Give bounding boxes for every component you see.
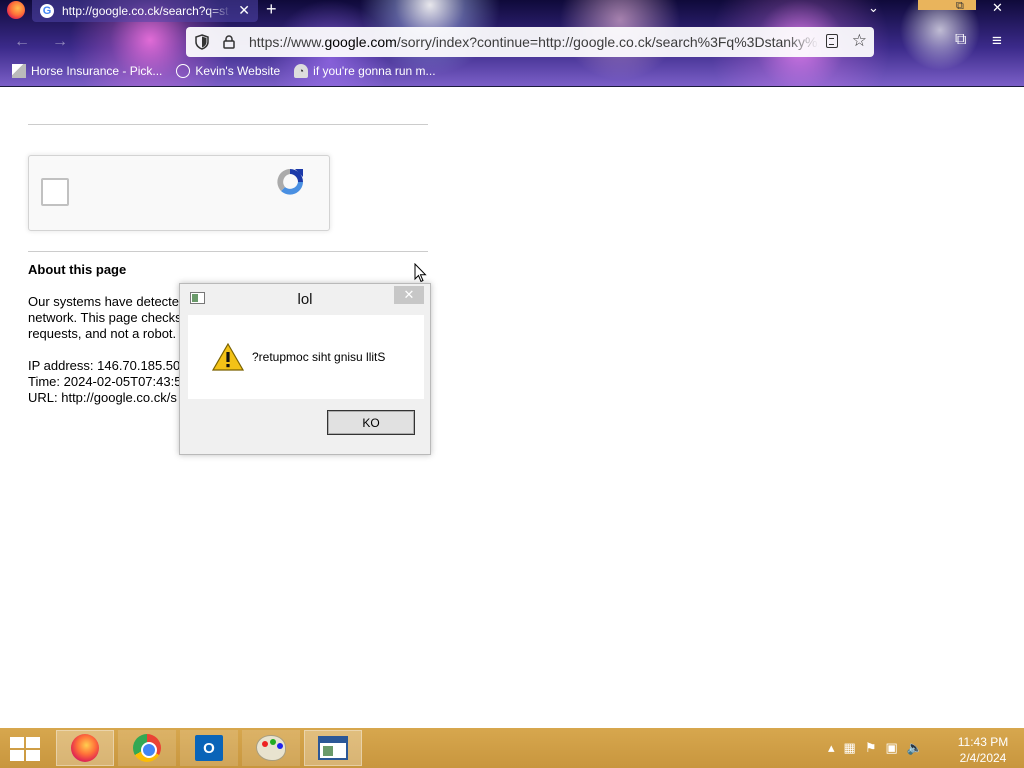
bookmark-star-icon[interactable]: ☆	[852, 31, 867, 51]
start-button-windows-icon[interactable]	[10, 737, 42, 761]
paint-palette-icon	[256, 735, 286, 761]
taskbar-firefox[interactable]	[56, 730, 114, 766]
bookmark-label: if you're gonna run m...	[313, 64, 436, 78]
bookmark-if-youre-gonna-run[interactable]: ◔ if you're gonna run m...	[294, 64, 436, 78]
dialog-body: ?retupmoc siht gnisu llitS	[188, 315, 424, 399]
hamburger-menu-icon[interactable]: ≡	[992, 31, 1002, 51]
request-details: IP address: 146.70.185.50 Time: 2024-02-…	[28, 358, 181, 406]
divider	[28, 124, 428, 125]
taskbar-clock[interactable]: 11:43 PM 2/4/2024	[948, 734, 1018, 766]
url-domain: google.com	[324, 34, 397, 50]
about-page-heading: About this page	[28, 262, 127, 277]
volume-muted-icon[interactable]: 🔈	[907, 740, 923, 756]
show-hidden-icons-chevron-icon[interactable]: ▴	[828, 740, 835, 756]
mouse-pointer-icon	[414, 263, 427, 283]
forward-arrow-icon[interactable]: →	[52, 33, 68, 51]
bookmarks-toolbar: Horse Insurance - Pick... Kevin's Websit…	[12, 64, 436, 78]
url-text[interactable]: https://www.google.com/sorry/index?conti…	[249, 34, 819, 50]
divider	[28, 251, 428, 252]
url-path: /sorry/index?continue=http://google.co.c…	[396, 34, 819, 50]
outlook-icon: O	[195, 735, 223, 761]
extensions-puzzle-icon[interactable]: ⧉	[955, 31, 966, 49]
windows-taskbar: O ▴ ▦ ⚑ ▣ 🔈 11:43 PM 2/4/2024	[0, 728, 1024, 768]
system-tray: ▴ ▦ ⚑ ▣ 🔈	[828, 740, 923, 756]
taskbar-chrome[interactable]	[118, 730, 176, 766]
ip-address-line: IP address: 146.70.185.50	[28, 358, 181, 373]
url-prefix: https://www.	[249, 34, 325, 50]
warning-icon	[212, 343, 244, 371]
recaptcha-widget	[28, 155, 330, 231]
reader-view-icon[interactable]	[826, 34, 838, 48]
firefox-icon	[71, 734, 99, 762]
firefox-menu-icon[interactable]	[7, 1, 25, 19]
url-line: URL: http://google.co.ck/s	[28, 390, 177, 405]
time-line: Time: 2024-02-05T07:43:5	[28, 374, 182, 389]
address-bar[interactable]: https://www.google.com/sorry/index?conti…	[186, 27, 874, 57]
restore-icon: ⧉	[956, 0, 964, 12]
recaptcha-logo-icon	[277, 169, 303, 195]
tab-title: http://google.co.ck/search?q=st	[62, 4, 229, 18]
clock-time: 11:43 PM	[957, 735, 1009, 749]
browser-chrome: G http://google.co.ck/search?q=st ✕ + ⌄ …	[0, 0, 1024, 87]
image-icon	[12, 64, 26, 78]
list-all-tabs-icon[interactable]: ⌄	[868, 0, 879, 16]
tab-google-search[interactable]: G http://google.co.ck/search?q=st ✕	[32, 0, 258, 22]
window-close-icon[interactable]: ✕	[992, 0, 1003, 16]
recaptcha-checkbox[interactable]	[41, 178, 69, 206]
display-icon[interactable]: ▣	[885, 740, 897, 756]
dialog-titlebar[interactable]: lol ✕	[180, 284, 430, 314]
google-favicon-icon: G	[40, 4, 54, 18]
message-dialog: lol ✕ ?retupmoc siht gnisu llitS KO	[179, 283, 431, 455]
action-center-flag-icon[interactable]: ⚑	[865, 740, 877, 756]
taskbar-dialog-window[interactable]	[304, 730, 362, 766]
bookmark-kevins-website[interactable]: Kevin's Website	[176, 64, 280, 78]
taskbar-paint[interactable]	[242, 730, 300, 766]
network-icon[interactable]: ▦	[844, 740, 856, 756]
tab-close-icon[interactable]: ✕	[238, 2, 250, 19]
window-app-icon	[318, 736, 348, 760]
ghost-icon: ◔	[294, 64, 309, 78]
lock-icon[interactable]	[223, 35, 235, 49]
chrome-icon	[133, 734, 161, 762]
ok-button[interactable]: KO	[327, 410, 415, 435]
window-restore-button[interactable]	[918, 0, 976, 10]
back-arrow-icon[interactable]: ←	[14, 33, 30, 51]
tracking-protection-shield-icon[interactable]	[195, 34, 209, 50]
dialog-title: lol	[297, 291, 313, 308]
new-tab-button[interactable]: +	[266, 0, 277, 18]
page-content: About this page Our systems have detecte…	[0, 88, 1024, 728]
bookmark-label: Horse Insurance - Pick...	[31, 64, 163, 78]
dialog-close-icon[interactable]: ✕	[394, 286, 424, 304]
dialog-message: ?retupmoc siht gnisu llitS	[252, 350, 386, 364]
clock-date: 2/4/2024	[959, 751, 1007, 765]
globe-icon	[176, 64, 191, 78]
bookmark-horse-insurance[interactable]: Horse Insurance - Pick...	[12, 64, 162, 78]
bookmark-label: Kevin's Website	[195, 64, 281, 78]
taskbar-outlook[interactable]: O	[180, 730, 238, 766]
